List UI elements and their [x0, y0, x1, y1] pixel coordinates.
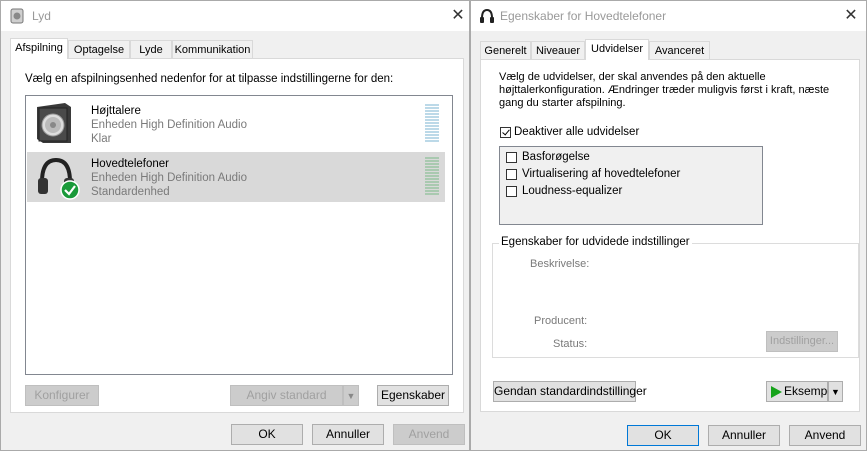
device-item-headphones[interactable]: Hovedtelefoner Enheden High Definition A…	[27, 152, 445, 202]
group-title: Egenskaber for udvidede indstillinger	[499, 236, 692, 248]
set-default-dropdown[interactable]: ▼	[343, 385, 359, 406]
title-bar: Lyd ✕	[1, 1, 469, 31]
bass-boost-label[interactable]: Basforøgelse	[522, 151, 590, 163]
status-label: Status:	[553, 338, 588, 350]
window-title: Lyd	[32, 9, 51, 23]
tab-communications[interactable]: Kommunikation	[172, 40, 253, 59]
close-icon[interactable]: ✕	[447, 5, 469, 27]
chevron-down-icon: ▼	[346, 391, 356, 401]
headphone-virtualization-checkbox[interactable]	[506, 169, 517, 180]
restore-defaults-button[interactable]: Gendan standardindstillinger	[493, 381, 647, 402]
chevron-down-icon: ▼	[831, 387, 840, 397]
apply-button[interactable]: Anvend	[789, 425, 861, 446]
tab-playback[interactable]: Afspilning	[10, 38, 68, 59]
tab-general[interactable]: Generelt	[480, 41, 531, 60]
speaker-app-icon	[10, 8, 24, 24]
play-icon	[771, 386, 782, 398]
headphone-properties-dialog: Egenskaber for Hovedtelefoner ✕ Generelt…	[470, 0, 867, 451]
description-line-3: gang du starter afspilning.	[499, 97, 626, 109]
device-description: Enheden High Definition Audio	[91, 172, 248, 184]
settings-button[interactable]: Indstillinger...	[766, 331, 838, 352]
device-name: Højttalere	[91, 105, 141, 117]
level-meter	[425, 157, 439, 196]
headphones-app-icon	[480, 8, 494, 23]
tab-recording[interactable]: Optagelse	[68, 40, 130, 59]
description-line-2: højttalerkonfiguration. Ændringer træder…	[499, 84, 830, 96]
level-meter	[425, 104, 439, 143]
cancel-button[interactable]: Annuller	[312, 424, 384, 445]
device-name: Hovedtelefoner	[91, 158, 169, 170]
description-label: Beskrivelse:	[530, 258, 590, 270]
headphone-virtualization-label[interactable]: Virtualisering af hovedtelefoner	[522, 168, 680, 180]
preview-dropdown[interactable]: ▼	[828, 381, 843, 402]
bass-boost-checkbox[interactable]	[506, 152, 517, 163]
disable-all-label[interactable]: Deaktiver alle udvidelser	[514, 126, 639, 138]
tab-levels[interactable]: Niveauer	[531, 41, 585, 60]
tab-sounds[interactable]: Lyde	[130, 40, 172, 59]
sound-dialog: Lyd ✕ Afspilning Optagelse Lyde Kommunik…	[0, 0, 470, 451]
disable-all-checkbox[interactable]	[500, 127, 511, 138]
title-bar: Egenskaber for Hovedtelefoner ✕	[471, 1, 866, 31]
instruction-text: Vælg en afspilningsenhed nedenfor for at…	[25, 73, 394, 85]
device-description: Enheden High Definition Audio	[91, 119, 248, 131]
ok-button[interactable]: OK	[231, 424, 303, 445]
playback-panel: Vælg en afspilningsenhed nedenfor for at…	[10, 58, 464, 413]
device-status: Standardenhed	[91, 186, 170, 198]
enhancements-panel: Vælg de udvidelser, der skal anvendes på…	[480, 59, 860, 412]
configure-button[interactable]: Konfigurer	[25, 385, 99, 406]
headphones-icon	[38, 157, 80, 200]
loudness-equalizer-label[interactable]: Loudness-equalizer	[522, 185, 622, 197]
producer-label: Producent:	[534, 315, 588, 327]
window-title: Egenskaber for Hovedtelefoner	[500, 9, 667, 23]
ok-button[interactable]: OK	[627, 425, 699, 446]
properties-button[interactable]: Egenskaber	[377, 385, 449, 406]
device-item-speakers[interactable]: Højttalere Enheden High Definition Audio…	[27, 99, 445, 149]
tab-enhancements[interactable]: Udvidelser	[585, 39, 649, 60]
preview-button[interactable]: Eksempel	[766, 381, 837, 402]
device-list[interactable]: Højttalere Enheden High Definition Audio…	[25, 95, 453, 375]
close-icon[interactable]: ✕	[840, 5, 862, 27]
apply-button[interactable]: Anvend	[393, 424, 465, 445]
cancel-button[interactable]: Annuller	[708, 425, 780, 446]
speaker-icon	[37, 103, 71, 143]
set-default-button[interactable]: Angiv standard	[230, 385, 343, 406]
device-status: Klar	[91, 133, 112, 145]
loudness-equalizer-checkbox[interactable]	[506, 186, 517, 197]
description-line-1: Vælg de udvidelser, der skal anvendes på…	[499, 71, 766, 83]
enhancement-properties-group: Egenskaber for udvidede indstillinger Be…	[492, 236, 859, 358]
tab-advanced[interactable]: Avanceret	[649, 41, 710, 60]
enhancement-list: Basforøgelse Virtualisering af hovedtele…	[499, 146, 763, 225]
